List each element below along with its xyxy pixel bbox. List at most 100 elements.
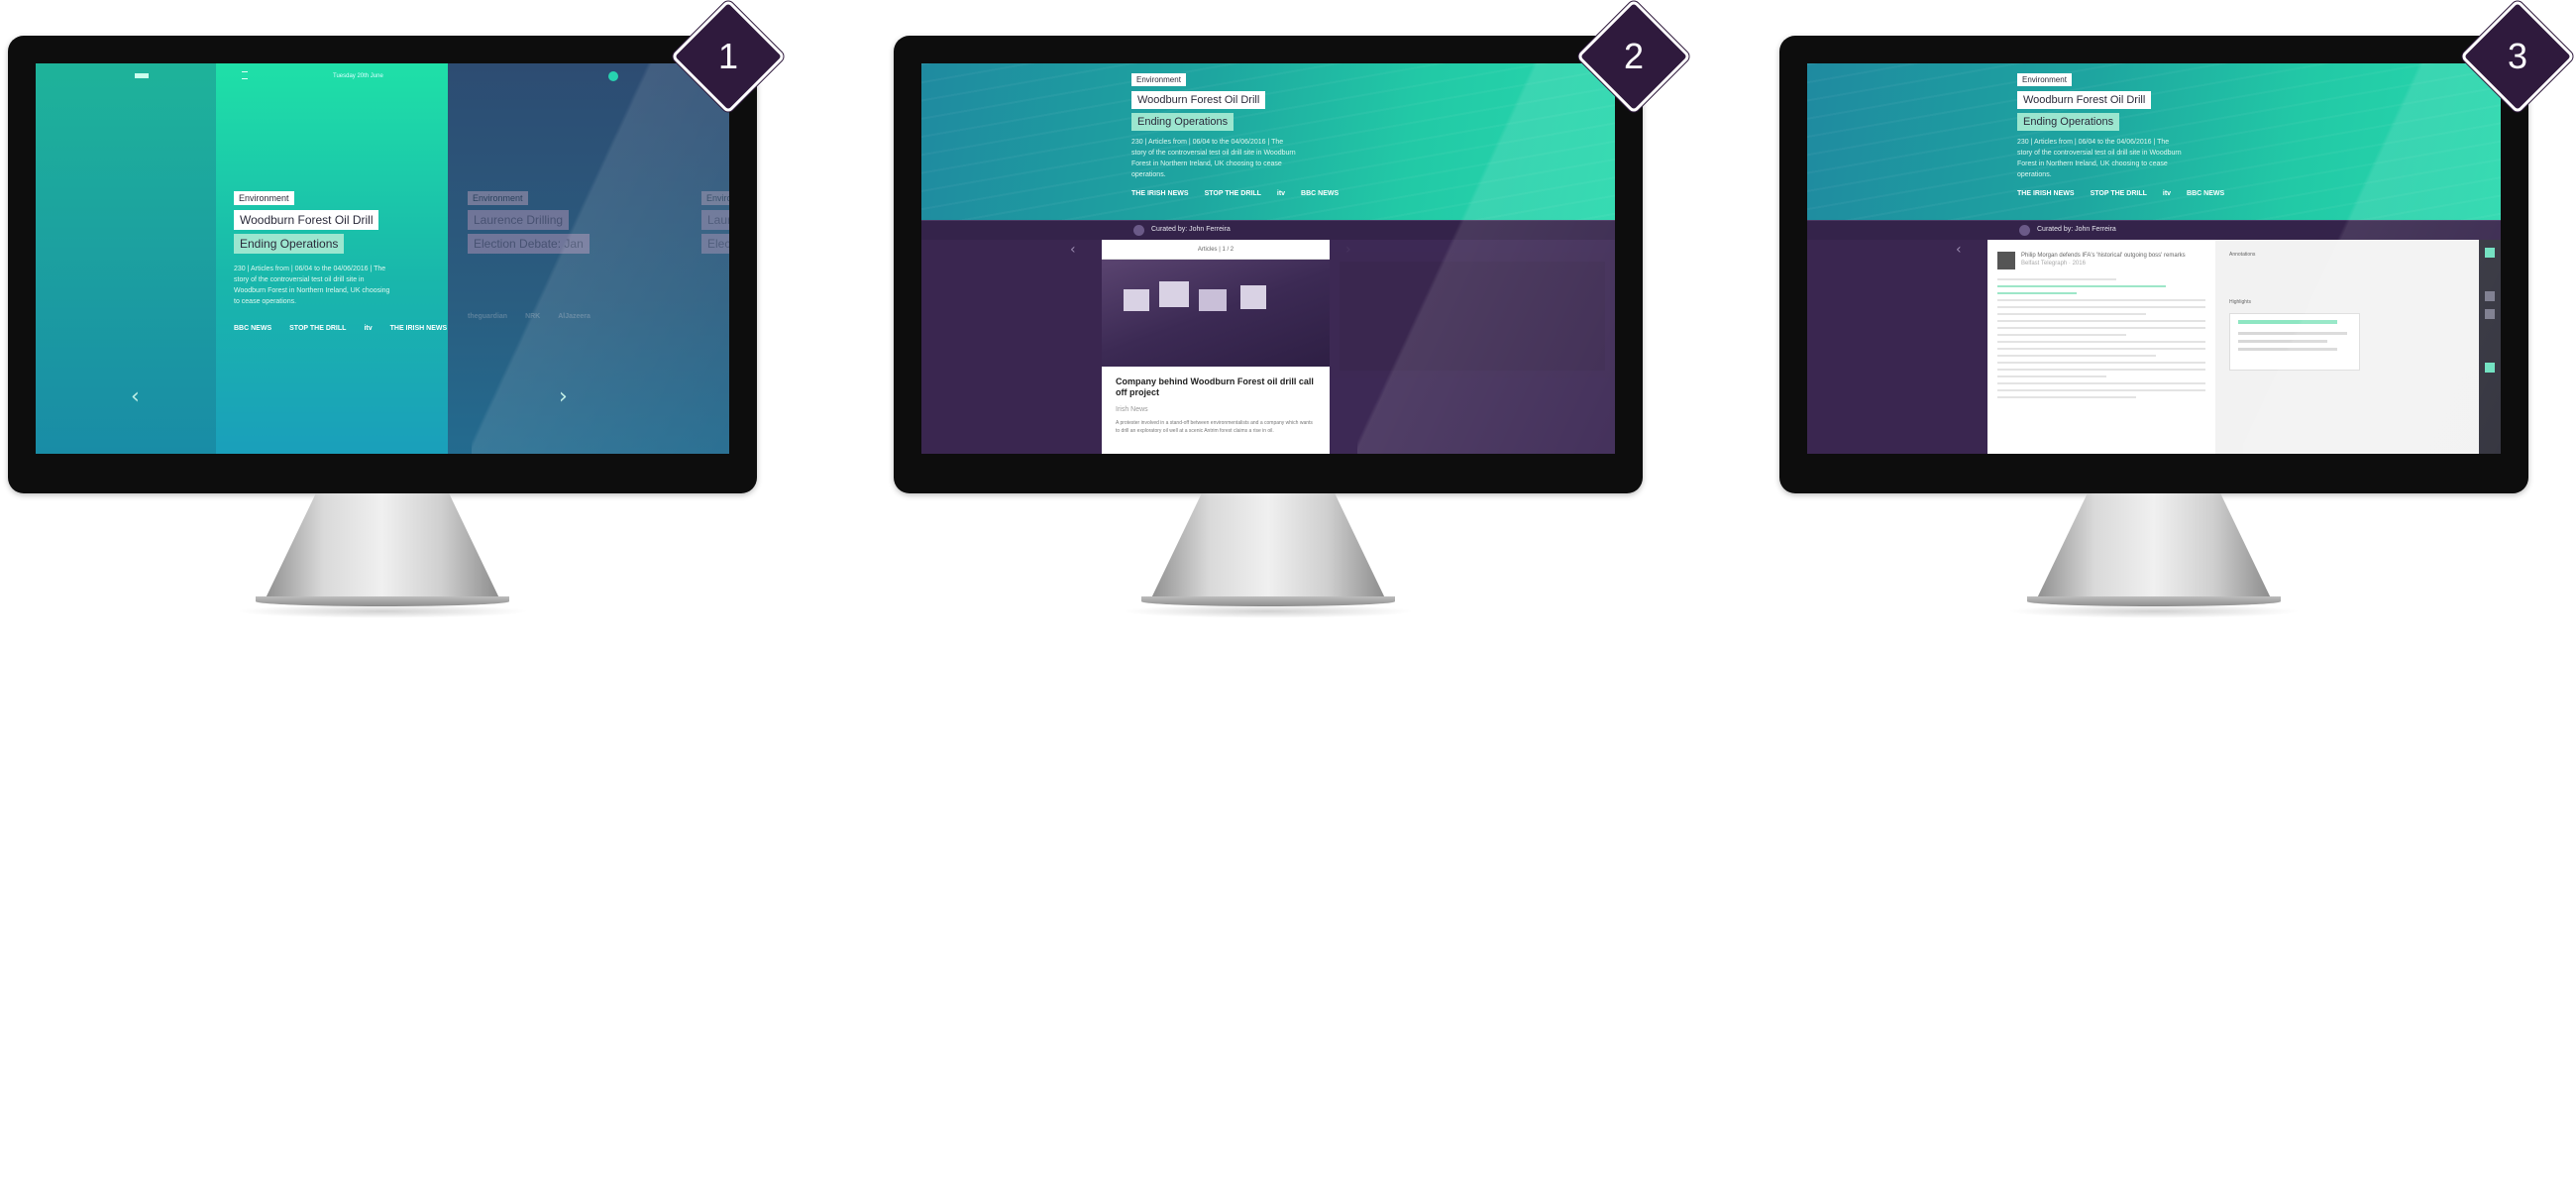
menu-icon[interactable]	[242, 71, 248, 79]
story-tag[interactable]: Environment	[1131, 73, 1186, 86]
articles-pager[interactable]: Articles | 1 / 2	[1102, 240, 1330, 260]
story-tag[interactable]: Environment	[2017, 73, 2072, 86]
source-logo: THE IRISH NEWS	[389, 325, 448, 332]
chevron-right-icon[interactable]: ›	[559, 384, 568, 409]
story-summary: Environment Woodburn Forest Oil Drill En…	[1131, 69, 1339, 197]
curator-avatar[interactable]	[2019, 225, 2030, 236]
source-logos: theguardian NRK AlJazeera	[468, 313, 590, 320]
screen-story-carousel: Tuesday 20th June Environment Woodburn F…	[36, 63, 729, 454]
text-line	[1997, 299, 2205, 301]
article-headline: Philip Morgan defends IFA's 'historical'…	[2021, 253, 2186, 259]
annotation-highlight	[2238, 320, 2337, 324]
story-title-line-1: Laurence Drilling	[468, 210, 570, 230]
text-line	[1997, 278, 2116, 280]
monitor-stand	[1149, 493, 1387, 602]
next-story-summary[interactable]: Environment Laurence Drilling Election D…	[468, 188, 590, 320]
annotation-text-line	[2238, 348, 2337, 351]
source-logos: THE IRISH NEWS STOP THE DRILL itv BBC NE…	[1131, 190, 1339, 197]
save-tool-button[interactable]	[2485, 363, 2495, 373]
annotation-heading: Annotations	[2229, 252, 2256, 258]
comment-tool-button[interactable]	[2485, 291, 2495, 301]
source-logo: THE IRISH NEWS	[1131, 190, 1189, 197]
article-meta: Belfast Telegraph · 2016	[2021, 261, 2086, 267]
next-article-panel	[1330, 240, 1615, 454]
protest-sign	[1199, 289, 1227, 311]
source-logo: NRK	[525, 313, 541, 320]
annotation-label: Highlights	[2229, 299, 2251, 305]
story-description: 230 | Articles from | 06/04 to the 04/06…	[234, 266, 390, 305]
story-title-line-1: Woodburn Forest Oil Drill	[2017, 91, 2152, 109]
text-line	[1997, 369, 2205, 371]
annotation-text-line	[2238, 340, 2327, 343]
text-line	[1997, 306, 2205, 308]
apple-logo-icon	[373, 464, 392, 485]
source-logo: STOP THE DRILL	[1204, 190, 1261, 197]
chevron-left-icon[interactable]: ‹	[131, 384, 140, 409]
chevron-left-icon[interactable]: ‹	[1956, 242, 1962, 258]
curator-avatar[interactable]	[1133, 225, 1144, 236]
next-article-placeholder	[1340, 262, 1605, 371]
monitor-stand	[264, 493, 501, 602]
articles-gutter	[921, 240, 1102, 454]
source-logo: theguardian	[468, 313, 508, 320]
reader-area: ‹ Philip Morgan defends IFA's 'historica…	[1807, 240, 2501, 454]
app-logo[interactable]	[135, 73, 149, 78]
date-label: Tuesday 20th June	[333, 73, 383, 79]
source-logo: itv	[2162, 190, 2172, 197]
text-line	[1997, 320, 2205, 322]
step-badge-2: 2	[1576, 0, 1691, 114]
story-summary: Environment Woodburn Forest Oil Drill En…	[2017, 69, 2224, 197]
annotation-toolbar	[2479, 240, 2501, 454]
monitor-shadow	[236, 604, 529, 618]
badge-number: 2	[1623, 36, 1645, 76]
text-line	[1997, 313, 2146, 315]
text-line	[1997, 348, 2205, 350]
article-image	[1102, 260, 1330, 367]
article-reader[interactable]: Philip Morgan defends IFA's 'historical'…	[1987, 240, 2215, 454]
story-title-line-1: Woodburn Forest Oil Drill	[1131, 91, 1266, 109]
screen-story-articles: Environment Woodburn Forest Oil Drill En…	[921, 63, 1615, 454]
article-card[interactable]: Articles | 1 / 2 Company behind Woodburn…	[1102, 240, 1330, 454]
text-line	[1997, 334, 2126, 336]
monitor-2: Environment Woodburn Forest Oil Drill En…	[894, 36, 1643, 620]
following-story-summary[interactable]: Environ Laur Elec	[701, 188, 729, 254]
presentation-stage: Tuesday 20th June Environment Woodburn F…	[0, 0, 2576, 1181]
curator-label: Curated by: John Ferreira	[1151, 226, 1231, 233]
story-tag: Environ	[701, 191, 729, 205]
story-hero: Environment Woodburn Forest Oil Drill En…	[921, 63, 1615, 220]
annotation-card[interactable]	[2229, 313, 2360, 371]
text-line	[1997, 376, 2106, 377]
articles-area: ‹ Articles | 1 / 2 Company behind Woodbu…	[921, 240, 1615, 454]
source-logos: THE IRISH NEWS STOP THE DRILL itv BBC NE…	[2017, 190, 2224, 197]
curator-bar: Curated by: John Ferreira	[921, 220, 1615, 240]
annotation-text-line	[2238, 332, 2347, 335]
story-title-line-2: Ending Operations	[234, 234, 345, 254]
curator-bar: Curated by: John Ferreira	[1807, 220, 2501, 240]
story-title-line-2: Ending Operations	[2017, 113, 2120, 131]
highlight-tool-button[interactable]	[2485, 248, 2495, 258]
chevron-left-icon[interactable]: ‹	[1070, 242, 1076, 258]
highlighted-text-line[interactable]	[1997, 285, 2166, 287]
article-header: Philip Morgan defends IFA's 'historical'…	[1987, 240, 2215, 273]
annotation-panel: Annotations Highlights	[2215, 240, 2479, 454]
step-badge-3: 3	[2460, 0, 2575, 114]
protest-sign	[1159, 281, 1189, 307]
monitor-3: Environment Woodburn Forest Oil Drill En…	[1779, 36, 2528, 620]
source-logo: AlJazeera	[558, 313, 590, 320]
article-title[interactable]: Company behind Woodburn Forest oil drill…	[1102, 367, 1330, 398]
story-title-line-1: Woodburn Forest Oil Drill	[234, 210, 379, 230]
story-summary[interactable]: Environment Woodburn Forest Oil Drill En…	[234, 188, 447, 332]
apple-logo-icon	[1258, 464, 1278, 485]
story-title-line-1: Laur	[701, 210, 729, 230]
monitor-stand	[2035, 493, 2273, 602]
source-logo: STOP THE DRILL	[2090, 190, 2147, 197]
badge-number: 1	[717, 36, 739, 76]
story-description: 230 | Articles from | 06/04 to the 04/06…	[1131, 139, 1296, 178]
share-tool-button[interactable]	[2485, 309, 2495, 319]
monitor-shadow	[1122, 604, 1415, 618]
story-tag[interactable]: Environment	[234, 191, 294, 205]
highlighted-text-line[interactable]	[1997, 292, 2077, 294]
source-logo: BBC NEWS	[1301, 190, 1340, 197]
user-avatar[interactable]	[608, 71, 618, 81]
monitor-shadow	[2007, 604, 2301, 618]
